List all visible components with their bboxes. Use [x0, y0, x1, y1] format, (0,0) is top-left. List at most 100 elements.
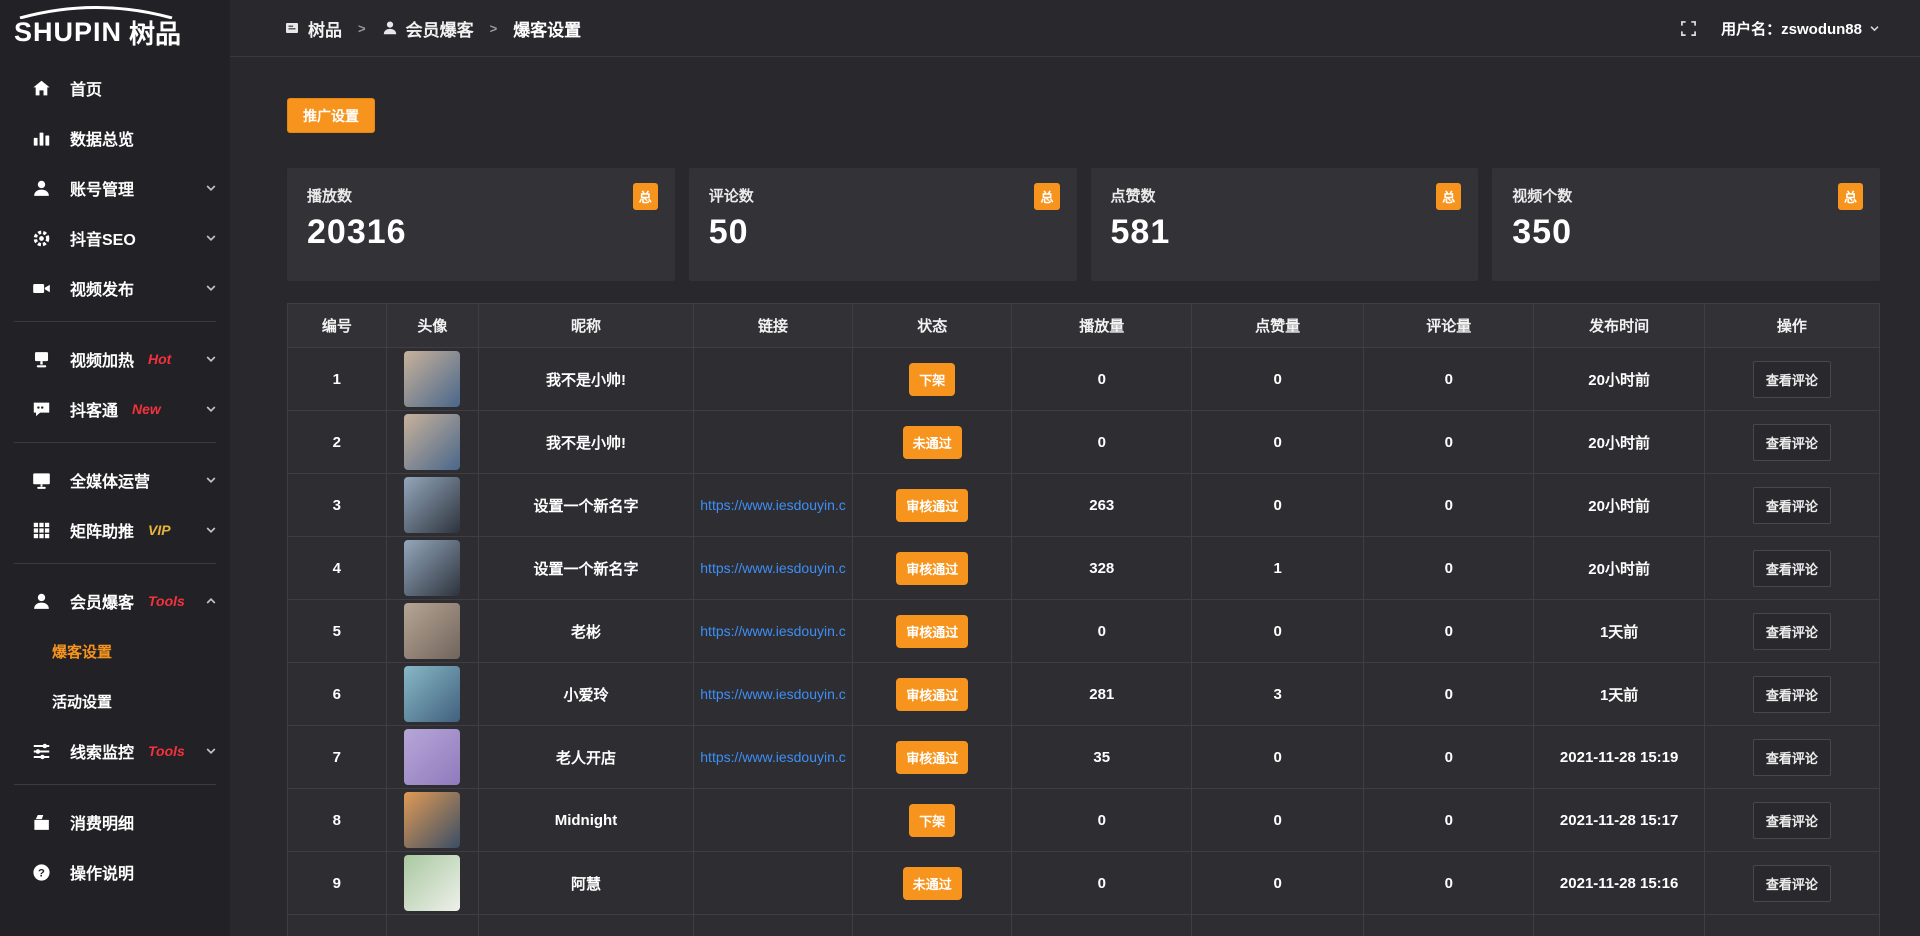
cell-no: 9	[288, 852, 387, 915]
cell-nick: 老人开店	[479, 726, 694, 789]
table-row: 2我不是小帅!未通过00020小时前查看评论	[288, 411, 1880, 474]
sidebar-item-douyin-seo[interactable]: 抖音SEO	[0, 213, 230, 263]
user-menu[interactable]: 用户名：zswodun88	[1721, 18, 1880, 39]
sidebar-item-label: 操作说明	[70, 860, 134, 884]
cell-empty	[288, 915, 387, 936]
sidebar-item-account-manage[interactable]: 账号管理	[0, 163, 230, 213]
avatar-cell	[386, 537, 478, 600]
sidebar-item-video-publish[interactable]: 视频发布	[0, 263, 230, 313]
board-icon	[284, 20, 300, 36]
cell-time: 1天前	[1534, 600, 1704, 663]
cell-time: 2021-11-28 15:19	[1534, 726, 1704, 789]
total-badge: 总	[1034, 183, 1059, 210]
sidebar-subitem-label: 活动设置	[52, 691, 112, 712]
chevron-down-icon	[205, 182, 217, 194]
logo-arc	[16, 6, 176, 19]
status-badge: 审核通过	[896, 678, 968, 711]
cell-action: 查看评论	[1704, 789, 1879, 852]
avatar	[404, 603, 460, 659]
column-header: 昵称	[479, 304, 694, 348]
sidebar-item-label: 全媒体运营	[70, 468, 150, 492]
sidebar: SHUPIN 树品 首页数据总览账号管理抖音SEO视频发布视频加热Hot抖客通N…	[0, 0, 230, 936]
cell-link: https://www.iesdouyin.c	[693, 537, 852, 600]
view-comments-button[interactable]: 查看评论	[1753, 739, 1831, 776]
breadcrumb-item-shupin[interactable]: 树品	[284, 16, 342, 41]
sidebar-item-help[interactable]: ?操作说明	[0, 847, 230, 897]
chevron-up-icon	[205, 595, 217, 607]
sidebar-item-label: 数据总览	[70, 126, 134, 150]
status-badge: 未通过	[903, 867, 962, 900]
column-header: 头像	[386, 304, 478, 348]
avatar	[404, 414, 460, 470]
table-row: 7老人开店https://www.iesdouyin.c审核通过35002021…	[288, 726, 1880, 789]
sidebar-item-video-heat[interactable]: 视频加热Hot	[0, 334, 230, 384]
sidebar-item-matrix-boost[interactable]: 矩阵助推VIP	[0, 505, 230, 555]
cell-likes: 3	[1192, 663, 1364, 726]
stat-value: 50	[709, 213, 1057, 252]
video-link[interactable]: https://www.iesdouyin.c	[700, 749, 846, 765]
view-comments-button[interactable]: 查看评论	[1753, 550, 1831, 587]
status-badge: 下架	[909, 363, 955, 396]
sidebar-item-data-overview[interactable]: 数据总览	[0, 113, 230, 163]
view-comments-button[interactable]: 查看评论	[1753, 802, 1831, 839]
table-row: 3设置一个新名字https://www.iesdouyin.c审核通过26300…	[288, 474, 1880, 537]
cell-nick: 老彬	[479, 600, 694, 663]
table-row: 9阿慧未通过0002021-11-28 15:16查看评论	[288, 852, 1880, 915]
cell-no: 6	[288, 663, 387, 726]
topbar-right: 用户名：zswodun88	[1680, 18, 1880, 39]
cell-comments: 0	[1364, 789, 1534, 852]
video-link[interactable]: https://www.iesdouyin.c	[700, 497, 846, 513]
breadcrumb-item-member-baoke[interactable]: 会员爆客	[382, 16, 474, 41]
column-header: 编号	[288, 304, 387, 348]
cell-empty	[1364, 915, 1534, 936]
sidebar-item-douketong[interactable]: 抖客通New	[0, 384, 230, 434]
status-badge: 审核通过	[896, 741, 968, 774]
fullscreen-icon[interactable]	[1680, 20, 1697, 37]
view-comments-button[interactable]: 查看评论	[1753, 424, 1831, 461]
view-comments-button[interactable]: 查看评论	[1753, 865, 1831, 902]
sidebar-item-label: 抖客通	[70, 397, 118, 421]
sidebar-item-home[interactable]: 首页	[0, 63, 230, 113]
cell-empty	[1704, 915, 1879, 936]
stat-card-likes: 点赞数581总	[1091, 168, 1479, 281]
view-comments-button[interactable]: 查看评论	[1753, 676, 1831, 713]
view-comments-button[interactable]: 查看评论	[1753, 613, 1831, 650]
cell-empty	[479, 915, 694, 936]
sidebar-item-consume-detail[interactable]: 消费明细	[0, 797, 230, 847]
cell-time: 20小时前	[1534, 348, 1704, 411]
sidebar-item-media-operation[interactable]: 全媒体运营	[0, 455, 230, 505]
sidebar-item-clue-monitor[interactable]: 线索监控Tools	[0, 726, 230, 776]
breadcrumb-label: 树品	[308, 16, 342, 41]
cell-likes: 1	[1192, 537, 1364, 600]
avatar-cell	[386, 663, 478, 726]
sidebar-subitem-activity-settings[interactable]: 活动设置	[0, 676, 230, 726]
table-row-partial	[288, 915, 1880, 936]
status-badge: 审核通过	[896, 615, 968, 648]
sidebar-item-member-baoke[interactable]: 会员爆客Tools	[0, 576, 230, 626]
stat-cards: 播放数20316总评论数50总点赞数581总视频个数350总	[287, 168, 1880, 281]
promo-settings-button[interactable]: 推广设置	[287, 98, 375, 133]
chevron-down-icon	[205, 474, 217, 486]
view-comments-button[interactable]: 查看评论	[1753, 361, 1831, 398]
cell-plays: 281	[1012, 663, 1192, 726]
stat-label: 播放数	[307, 185, 655, 206]
status-badge: 下架	[909, 804, 955, 837]
table-row: 4设置一个新名字https://www.iesdouyin.c审核通过32810…	[288, 537, 1880, 600]
cell-no: 5	[288, 600, 387, 663]
video-link[interactable]: https://www.iesdouyin.c	[700, 623, 846, 639]
cell-comments: 0	[1364, 537, 1534, 600]
cell-status: 未通过	[853, 411, 1012, 474]
view-comments-button[interactable]: 查看评论	[1753, 487, 1831, 524]
cell-empty	[386, 915, 478, 936]
avatar	[404, 477, 460, 533]
sidebar-subitem-baoke-settings[interactable]: 爆客设置	[0, 626, 230, 676]
cell-plays: 0	[1012, 348, 1192, 411]
video-link[interactable]: https://www.iesdouyin.c	[700, 686, 846, 702]
cell-plays: 0	[1012, 600, 1192, 663]
video-link[interactable]: https://www.iesdouyin.c	[700, 560, 846, 576]
cell-plays: 0	[1012, 789, 1192, 852]
sidebar-item-badge: Hot	[148, 351, 171, 367]
gear-icon	[32, 229, 51, 248]
avatar	[404, 792, 460, 848]
sidebar-divider	[14, 442, 216, 443]
